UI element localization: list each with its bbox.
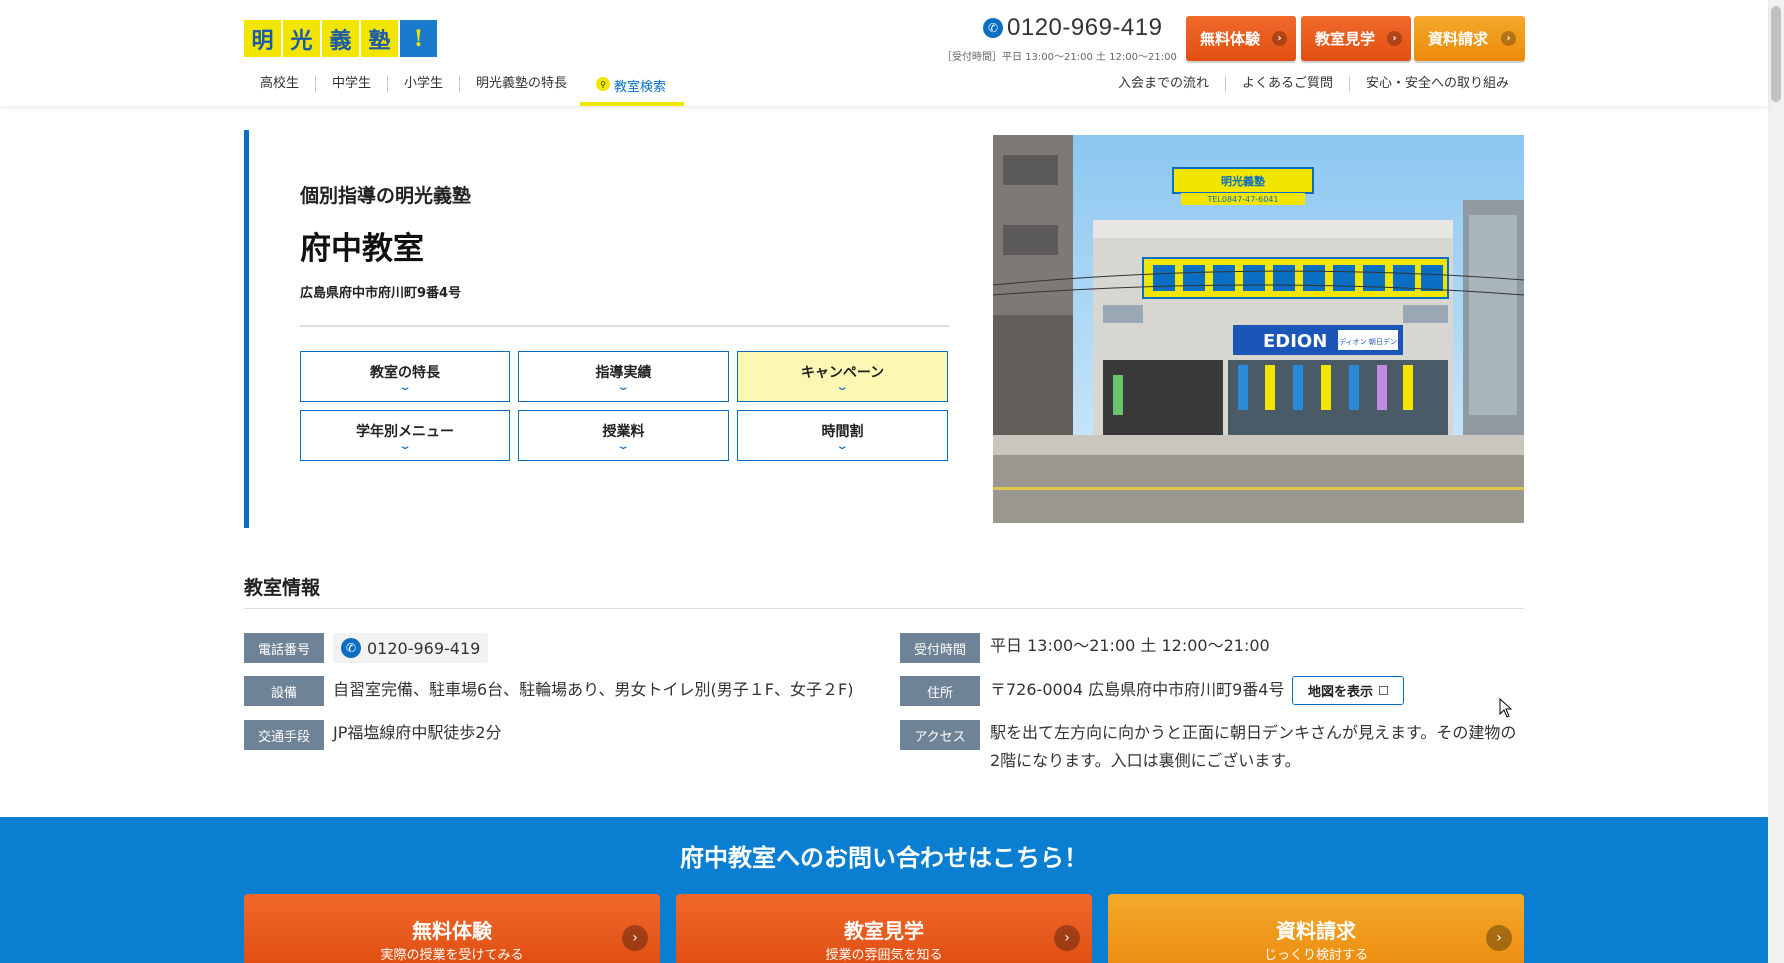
logo-char: 塾 — [361, 20, 398, 57]
free-trial-label: 無料体験 — [1200, 30, 1261, 48]
divider — [244, 608, 1524, 609]
sub-nav: 入会までの流れ よくあるご質問 安心・安全への取り組み — [1102, 76, 1509, 92]
cta-subtitle: 授業の雰囲気を知る — [825, 948, 943, 963]
phone-icon: ✆ — [983, 18, 1003, 38]
logo-char: 明 — [244, 20, 281, 57]
contact-title: 府中教室へのお問い合わせはこちら！ — [680, 844, 1088, 872]
nav-search-label: 教室検索 — [614, 80, 667, 95]
menu-label: 学年別メニュー — [356, 423, 454, 440]
classroom-visit-button[interactable]: 教室見学 › — [1301, 16, 1411, 61]
cta-subtitle: じっくり検討する — [1263, 948, 1368, 963]
chevron-down-icon: ⌄ — [835, 440, 850, 452]
brand-subtitle: 個別指導の明光義塾 — [300, 185, 472, 207]
vertical-scrollbar[interactable] — [1768, 0, 1784, 963]
cta-title: 教室見学 — [844, 919, 924, 943]
menu-timetable-button[interactable]: 時間割 ⌄ — [737, 410, 948, 461]
classroom-visit-label: 教室見学 — [1315, 30, 1376, 48]
menu-features-button[interactable]: 教室の特長 ⌄ — [300, 351, 510, 402]
request-materials-button[interactable]: 資料請求 › — [1414, 16, 1525, 61]
header-hours: ［受付時間］平日 13:00〜21:00 土 12:00〜21:00 — [942, 52, 1177, 63]
logo-char: 義 — [322, 20, 359, 57]
search-icon: ⚲ — [596, 77, 610, 91]
photo-store-sign: EDION — [1263, 331, 1327, 352]
menu-campaign-button[interactable]: キャンペーン ⌄ — [737, 351, 948, 402]
chevron-right-icon: › — [1501, 31, 1516, 46]
section-title: 教室情報 — [244, 577, 321, 599]
main-nav: 高校生 中学生 小学生 明光義塾の特長 — [244, 76, 583, 92]
building-illustration: 明光義塾 TEL0847-47-6041 EDION エディオン 朝日デンキ — [993, 135, 1524, 523]
photo-sign-text: 明光義塾 — [1221, 174, 1265, 188]
menu-label: キャンペーン — [800, 364, 885, 381]
classroom-photo: 明光義塾 TEL0847-47-6041 EDION エディオン 朝日デンキ — [993, 135, 1524, 523]
hours-label: 受付時間 — [900, 633, 980, 663]
mouse-cursor-icon — [1499, 698, 1513, 718]
menu-grade-button[interactable]: 学年別メニュー ⌄ — [300, 410, 510, 461]
logo-char: ! — [400, 20, 437, 57]
chevron-down-icon: ⌄ — [398, 440, 412, 452]
facility-label: 設備 — [244, 676, 324, 706]
chevron-down-icon: ⌄ — [398, 381, 412, 393]
page-title: 府中教室 — [300, 231, 424, 267]
cta-free-trial-button[interactable]: 無料体験 実際の授業を受けてみる › — [244, 894, 660, 963]
nav-item-elementary[interactable]: 小学生 — [387, 76, 459, 92]
photo-sign-tel: TEL0847-47-6041 — [1206, 195, 1278, 204]
divider — [300, 325, 949, 327]
phone-value: 0120-969-419 — [367, 638, 481, 658]
menu-label: 授業料 — [602, 423, 645, 440]
transport-label: 交通手段 — [244, 720, 324, 750]
cta-title: 無料体験 — [412, 919, 492, 943]
nav-item-safety[interactable]: 安心・安全への取り組み — [1348, 76, 1509, 92]
facility-value: 自習室完備、駐車場6台、駐輪場あり、男女トイレ別(男子１F、女子２F) — [333, 680, 854, 699]
external-link-icon — [1379, 686, 1388, 695]
chevron-right-icon: › — [1054, 925, 1080, 951]
access-label: アクセス — [900, 720, 980, 750]
photo-store-sub: エディオン 朝日デンキ — [1332, 337, 1404, 346]
phone-icon: ✆ — [341, 638, 361, 658]
cta-subtitle: 実際の授業を受けてみる — [380, 948, 524, 963]
chevron-right-icon: › — [1486, 925, 1512, 951]
cta-title: 資料請求 — [1276, 919, 1356, 943]
cta-request-materials-button[interactable]: 資料請求 じっくり検討する › — [1108, 894, 1524, 963]
show-map-label: 地図を表示 — [1307, 685, 1373, 700]
access-value-line1: 駅を出て左方向に向かうと正面に朝日デンキさんが見えます。その建物の — [990, 723, 1517, 742]
chevron-right-icon: › — [622, 925, 648, 951]
chevron-down-icon: ⌄ — [835, 381, 850, 393]
chevron-right-icon: › — [1387, 31, 1402, 46]
menu-label: 指導実績 — [595, 364, 652, 381]
show-map-button[interactable]: 地図を表示 — [1292, 676, 1404, 705]
classroom-menu: 教室の特長 ⌄ 指導実績 ⌄ キャンペーン ⌄ 学年別メニュー ⌄ 授業料 ⌄ … — [300, 351, 949, 461]
nav-item-faq[interactable]: よくあるご質問 — [1224, 76, 1349, 92]
nav-item-features[interactable]: 明光義塾の特長 — [459, 76, 583, 92]
page: 明 光 義 塾 ! ✆ 0120-969-419 ［受付時間］平日 13:00〜… — [0, 0, 1784, 963]
address-value: 〒726-0004 広島県府中市府川町9番4号 — [990, 680, 1285, 699]
phone-link[interactable]: ✆ 0120-969-419 — [333, 633, 489, 663]
phone-label: 電話番号 — [244, 633, 324, 663]
request-materials-label: 資料請求 — [1428, 30, 1489, 48]
site-header: 明 光 義 塾 ! ✆ 0120-969-419 ［受付時間］平日 13:00〜… — [0, 0, 1768, 106]
menu-results-button[interactable]: 指導実績 ⌄ — [518, 351, 729, 402]
menu-tuition-button[interactable]: 授業料 ⌄ — [518, 410, 729, 461]
address-label: 住所 — [900, 676, 980, 706]
chevron-down-icon: ⌄ — [616, 381, 631, 393]
chevron-down-icon: ⌄ — [616, 440, 631, 452]
nav-item-enrollment-flow[interactable]: 入会までの流れ — [1102, 76, 1225, 92]
chevron-right-icon: › — [1272, 31, 1287, 46]
hero-address: 広島県府中市府川町9番4号 — [300, 286, 462, 301]
cta-classroom-visit-button[interactable]: 教室見学 授業の雰囲気を知る › — [676, 894, 1092, 963]
free-trial-button[interactable]: 無料体験 › — [1186, 16, 1296, 61]
nav-item-high-school[interactable]: 高校生 — [244, 76, 315, 92]
nav-item-junior-high[interactable]: 中学生 — [315, 76, 387, 92]
scrollbar-thumb[interactable] — [1771, 6, 1781, 102]
access-value-line2: 2階になります。入口は裏側にございます。 — [990, 751, 1301, 770]
header-phone[interactable]: ✆ 0120-969-419 — [983, 14, 1162, 42]
menu-label: 時間割 — [821, 423, 864, 440]
menu-label: 教室の特長 — [370, 364, 440, 381]
logo-char: 光 — [283, 20, 320, 57]
nav-item-classroom-search[interactable]: ⚲ 教室検索 — [580, 70, 684, 106]
hours-value: 平日 13:00〜21:00 土 12:00〜21:00 — [990, 636, 1270, 655]
transport-value: JP福塩線府中駅徒歩2分 — [333, 723, 502, 742]
logo[interactable]: 明 光 義 塾 ! — [244, 20, 437, 57]
hero-accent-bar — [244, 130, 249, 528]
header-phone-number: 0120-969-419 — [1007, 14, 1163, 41]
